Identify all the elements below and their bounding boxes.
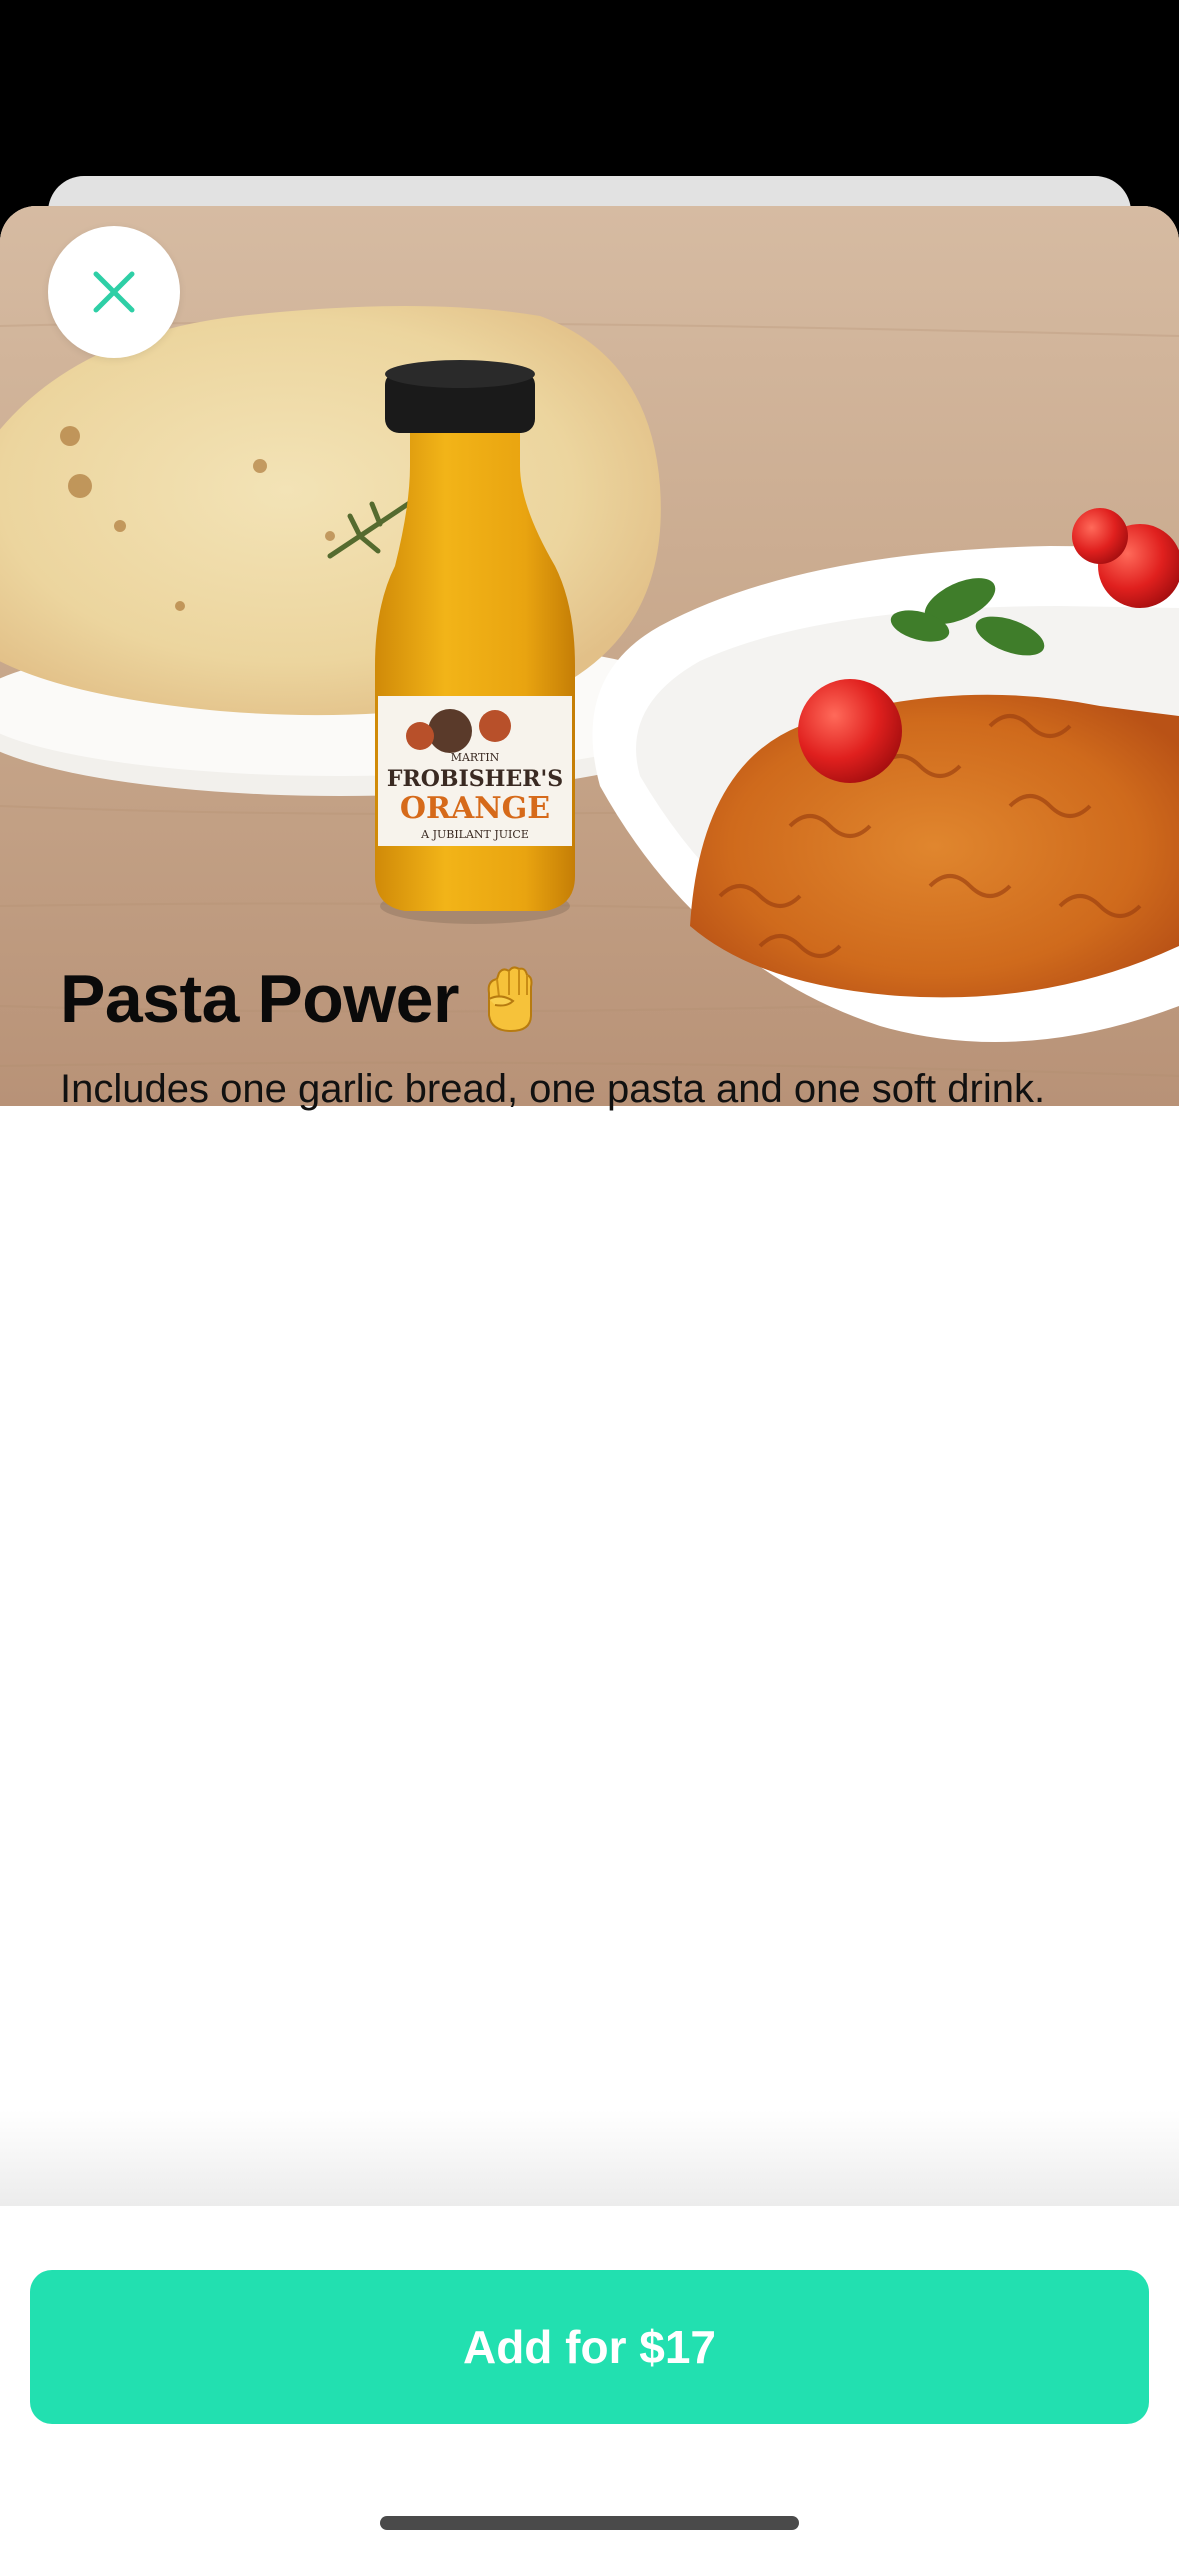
home-indicator[interactable]	[380, 2516, 799, 2530]
close-icon	[93, 271, 135, 313]
add-button-label: Add for $17	[462, 2321, 717, 2373]
bottle-tagline: A JUBILANT JUICE	[420, 828, 529, 841]
bottle-brand: FROBISHER'S	[387, 766, 563, 792]
screen: FROBISHER'S MARTIN ORANGE A JUBILANT JUI…	[0, 0, 1179, 2556]
add-to-cart-button[interactable]: Add for $17	[30, 2270, 1149, 2424]
item-title: Pasta Power	[60, 961, 459, 1037]
bottle-flavor: ORANGE	[400, 791, 550, 826]
item-description: Includes one garlic bread, one pasta and…	[60, 1067, 1046, 1112]
bottle-brand-small: MARTIN	[451, 751, 500, 764]
item-details: Pasta Power Includes one garlic bread, o…	[60, 960, 1120, 1115]
close-button[interactable]	[48, 226, 180, 358]
raised-fist-icon	[487, 966, 533, 1033]
title-row: Pasta Power	[60, 960, 1120, 1038]
bottom-fade	[0, 2110, 1179, 2206]
